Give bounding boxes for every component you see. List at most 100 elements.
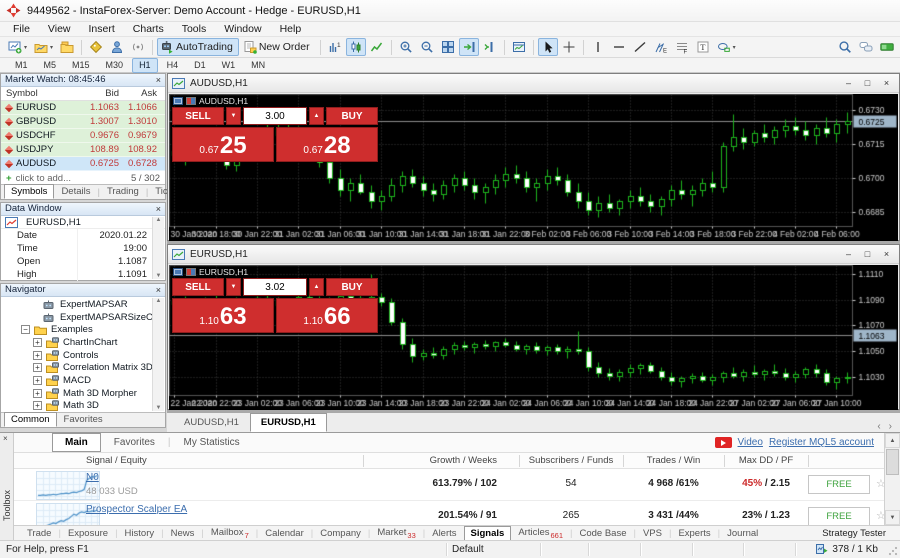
buy-button[interactable]: BUY [326,107,378,125]
chart-shift-button[interactable] [480,38,500,56]
close-icon[interactable]: × [878,77,895,90]
broadcast-button[interactable] [128,38,148,56]
register-mql5-link[interactable]: Register MQL5 account [769,437,874,448]
timeframe-m30[interactable]: M30 [99,58,131,73]
volume-down-icon[interactable]: ▼ [226,278,241,296]
maximize-icon[interactable]: □ [859,248,876,261]
cursor-button[interactable] [538,38,558,56]
close-icon[interactable]: × [156,203,161,215]
scroll-down-icon[interactable]: ▼ [885,510,900,525]
profile-name[interactable]: Default [452,544,484,555]
navigator-item-math-3d[interactable]: +Math 3D [1,400,152,412]
timeframe-h1[interactable]: H1 [132,58,158,73]
chart-window-titlebar[interactable]: AUDUSD,H1 – □ × [168,74,899,93]
tab-experts[interactable]: Experts [671,526,717,541]
star-icon[interactable]: ☆ [876,477,884,490]
column-header-maxdd[interactable]: Max DD / PF [724,453,808,469]
tab-favorites[interactable]: Favorites [101,433,168,452]
buy-price-button[interactable]: 0.67 28 [276,127,378,162]
volume-input[interactable]: 3.00 [243,107,307,125]
volume-up-icon[interactable]: ▲ [309,107,324,125]
collapse-icon[interactable]: − [21,325,30,334]
video-link[interactable]: Video [738,437,763,448]
expand-icon[interactable]: + [33,338,42,347]
data-window-scrollbar[interactable]: ▲ ▼ [152,217,164,279]
timeframe-mn[interactable]: MN [244,58,272,73]
tab-common[interactable]: Common [4,412,57,427]
trend-line-button[interactable] [630,38,650,56]
scroll-left-icon[interactable]: ‹ [877,421,880,432]
chat-button[interactable] [859,40,873,54]
tab-alerts[interactable]: Alerts [425,526,463,541]
menu-view[interactable]: View [39,22,80,37]
column-header-ask[interactable]: Ask [119,88,161,99]
new-chart-button[interactable]: ▾ [5,38,30,56]
navigator-item-macd[interactable]: +MACD [1,374,152,387]
scroll-down-icon[interactable]: ▼ [153,405,164,411]
crosshair-button[interactable] [559,38,579,56]
expand-icon[interactable]: + [33,363,42,372]
tab-favorites[interactable]: Favorites [57,412,110,427]
chevron-down-icon[interactable]: ▾ [50,44,53,51]
tab-my-statistics[interactable]: My Statistics [171,433,253,452]
tab-details[interactable]: Details [54,184,97,199]
navigator-item-examples[interactable]: −Examples [1,323,152,336]
sell-price-button[interactable]: 1.10 63 [172,298,274,333]
tab-calendar[interactable]: Calendar [258,526,311,541]
search-button[interactable] [838,40,852,54]
market-watch-row-gbpusd[interactable]: GBPUSD1.30071.3010 [1,115,165,129]
auto-scroll-button[interactable] [459,38,479,56]
expand-icon[interactable]: + [33,389,42,398]
column-header-symbol[interactable]: Symbol [1,88,73,99]
scroll-down-icon[interactable]: ▼ [153,273,164,279]
scroll-up-icon[interactable]: ▲ [153,298,164,304]
expand-icon[interactable]: + [33,376,42,385]
close-icon[interactable]: × [156,74,161,86]
buy-button[interactable]: BUY [326,278,378,296]
tab-history[interactable]: History [118,526,162,541]
zoom-out-button[interactable] [417,38,437,56]
tab-news[interactable]: News [164,526,202,541]
scroll-right-icon[interactable]: › [889,421,892,432]
expand-icon[interactable]: + [33,401,42,410]
horizontal-line-button[interactable] [609,38,629,56]
timeframe-w1[interactable]: W1 [215,58,243,73]
close-icon[interactable]: × [3,434,8,443]
text-label-button[interactable]: T [693,38,713,56]
navigator-item-chartinchart[interactable]: +ChartInChart [1,336,152,349]
zoom-in-button[interactable] [396,38,416,56]
timeframe-m1[interactable]: M1 [8,58,35,73]
navigator-item-controls[interactable]: +Controls [1,349,152,362]
tab-trade[interactable]: Trade [20,526,58,541]
menu-window[interactable]: Window [215,22,270,37]
market-watch-button[interactable] [86,38,106,56]
tab-main[interactable]: Main [52,433,101,452]
navigator-item-expertmapsarsizeoptim[interactable]: ExpertMAPSARSizeOptim [1,311,152,324]
column-header-subscribers[interactable]: Subscribers / Funds [519,453,623,469]
timeframe-h4[interactable]: H4 [160,58,186,73]
menu-help[interactable]: Help [271,22,311,37]
scrollbar-thumb[interactable] [886,449,899,475]
market-watch-row-audusd[interactable]: AUDUSD0.67250.6728 [1,157,165,171]
column-header-growth[interactable]: Growth / Weeks [363,453,519,469]
tab-company[interactable]: Company [313,526,368,541]
minimize-icon[interactable]: – [840,248,857,261]
andrews-pitchfork-button[interactable]: E [651,38,671,56]
bar-chart-button[interactable]: 1 [325,38,345,56]
navigator-scrollbar[interactable]: ▲ ▼ [152,298,164,411]
strategy-tester-label[interactable]: Strategy Tester [822,528,900,539]
sell-price-button[interactable]: 0.67 25 [172,127,274,162]
market-watch-row-usdchf[interactable]: USDCHF0.96760.9679 [1,129,165,143]
chevron-down-icon[interactable]: ▾ [733,44,736,51]
free-button[interactable]: FREE [808,475,870,494]
scroll-up-icon[interactable]: ▲ [885,433,900,448]
market-watch-add-row[interactable]: + click to add... 5 / 302 [1,171,165,185]
navigator-item-correlation-matrix-3d[interactable]: +Correlation Matrix 3D [1,361,152,374]
tab-trading[interactable]: Trading [100,184,146,199]
expand-icon[interactable]: + [33,351,42,360]
column-header-signal-equity[interactable]: Signal / Equity [86,453,147,469]
sell-button[interactable]: SELL [172,107,224,125]
resize-grip[interactable] [888,546,898,556]
scroll-up-icon[interactable]: ▲ [153,217,164,223]
chart-window-titlebar[interactable]: EURUSD,H1 – □ × [168,245,899,264]
